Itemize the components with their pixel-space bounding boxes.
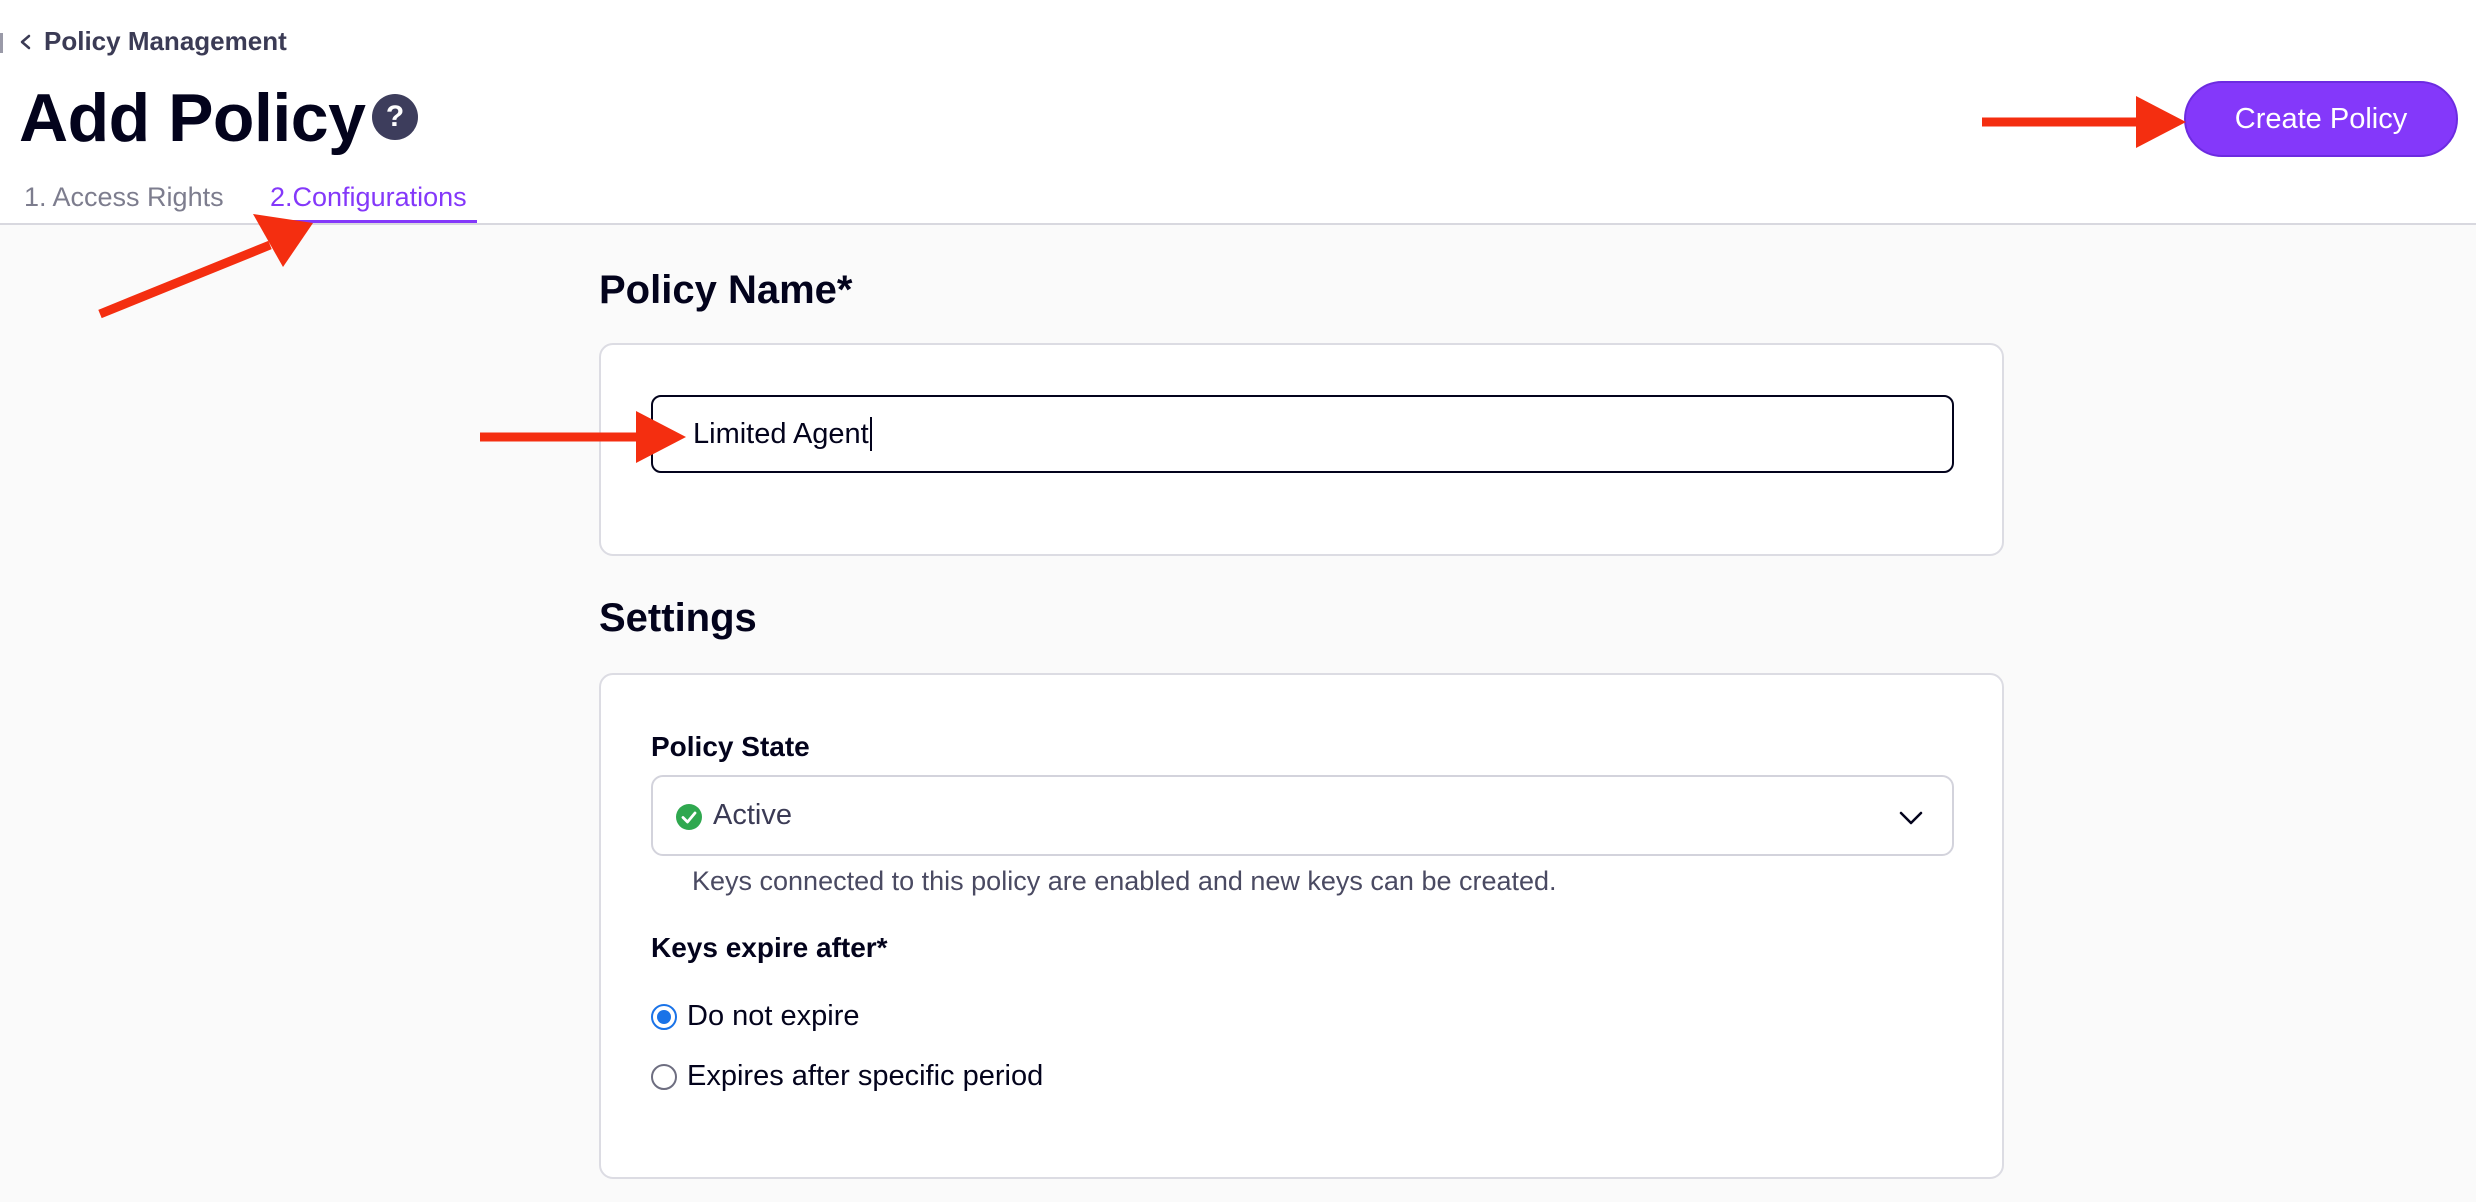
policy-name-value: Limited Agent xyxy=(693,417,869,450)
page-title: Add Policy xyxy=(19,80,366,156)
radio-selected[interactable] xyxy=(651,1003,677,1030)
breadcrumb[interactable]: Policy Management xyxy=(16,26,287,57)
keys-expire-label: Keys expire after* xyxy=(651,932,888,963)
chevron-down-icon xyxy=(1899,811,1923,825)
breadcrumb-label: Policy Management xyxy=(44,26,287,56)
policy-name-input[interactable]: Limited Agent xyxy=(651,395,1954,473)
settings-heading: Settings xyxy=(599,596,757,640)
create-policy-button[interactable]: Create Policy xyxy=(2184,81,2458,157)
policy-state-helper: Keys connected to this policy are enable… xyxy=(692,866,1557,896)
expiry-option-do-not-expire[interactable]: Do not expire xyxy=(651,1000,860,1033)
policy-name-heading: Policy Name* xyxy=(599,268,853,312)
text-caret xyxy=(869,417,872,451)
expiry-option-label: Do not expire xyxy=(687,1000,860,1032)
expiry-option-specific-period[interactable]: Expires after specific period xyxy=(651,1060,1043,1093)
radio-unselected[interactable] xyxy=(651,1063,677,1090)
tab-configurations[interactable]: 2.Configurations xyxy=(270,180,467,214)
arrow-to-configurations-tab xyxy=(98,214,313,319)
settings-card xyxy=(599,673,2004,1179)
tab-access-rights[interactable]: 1. Access Rights xyxy=(24,180,224,214)
expiry-option-label: Expires after specific period xyxy=(687,1060,1044,1092)
policy-state-select[interactable]: Active xyxy=(651,775,1954,856)
sidebar-edge xyxy=(0,33,3,53)
page-header: Policy Management Add Policy ? 1. Access… xyxy=(0,0,2476,225)
policy-state-value: Active xyxy=(713,799,792,831)
policy-state-label: Policy State xyxy=(651,731,810,762)
chevron-left-icon xyxy=(20,34,31,49)
help-icon[interactable]: ? xyxy=(372,94,418,140)
active-tab-indicator xyxy=(270,220,477,223)
check-circle-icon xyxy=(676,804,702,830)
